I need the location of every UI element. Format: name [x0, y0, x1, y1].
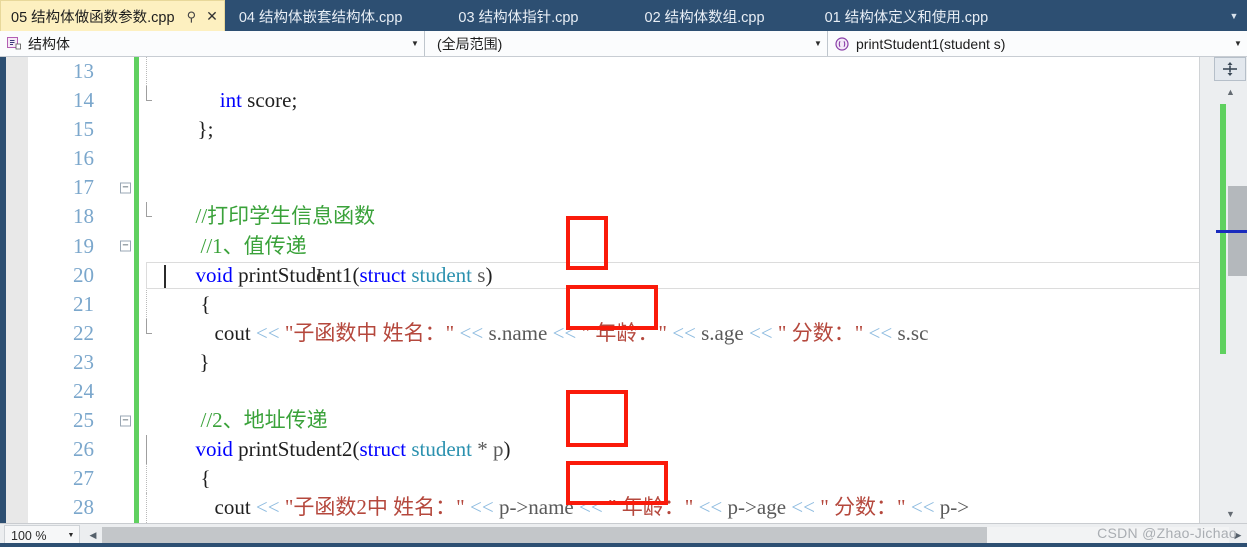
triangle-up-icon[interactable]: ▲	[1214, 82, 1247, 101]
line-number: 21	[73, 291, 94, 316]
tab-01-struct-definition-and-usage[interactable]: 01 结构体定义和使用.cpp	[814, 2, 1001, 31]
line-number: 22	[73, 320, 94, 345]
code-editor[interactable]: 13 int score; 14 }; 15 16 17 − //打印学生信息函…	[0, 57, 1247, 523]
change-indicator	[134, 318, 139, 348]
change-indicator	[134, 464, 139, 494]
change-indicator	[134, 406, 139, 436]
code-line[interactable]: 19 − void printStudent1(struct student s…	[28, 231, 1199, 287]
tab-label: 02 结构体数组.cpp	[644, 10, 765, 26]
code-line[interactable]: 28	[28, 493, 1199, 523]
line-number: 17	[73, 175, 94, 200]
member-function-value: printStudent1(student s)	[856, 35, 1006, 52]
line-number: 27	[73, 466, 94, 491]
code-line[interactable]: 23	[28, 347, 1199, 378]
line-number: 23	[73, 349, 94, 374]
line-number: 24	[73, 379, 94, 404]
namespace-scope-value: (全局范围)	[437, 35, 503, 52]
tab-label: 03 结构体指针.cpp	[458, 10, 579, 26]
line-number: 14	[73, 88, 94, 113]
project-scope-value: 结构体	[28, 35, 70, 52]
change-indicator	[134, 289, 139, 319]
fold-collapse-icon[interactable]: −	[120, 182, 131, 194]
change-summary-bar	[1220, 104, 1226, 354]
tab-label: 01 结构体定义和使用.cpp	[824, 10, 989, 26]
visual-studio-editor-window: 05 结构体做函数参数.cpp ⚲ ✕ 04 结构体嵌套结构体.cpp 03 结…	[0, 0, 1247, 547]
split-view-icon[interactable]	[1214, 57, 1246, 81]
editor-gutter-margin	[6, 57, 28, 523]
line-number: 28	[73, 495, 94, 520]
chevron-down-icon[interactable]: ▼	[63, 532, 79, 539]
line-number: 15	[73, 117, 94, 142]
line-number: 19	[73, 233, 94, 258]
code-line-current[interactable]: 20 { I	[28, 260, 1199, 316]
pin-icon[interactable]: ⚲	[187, 10, 197, 23]
fold-collapse-icon[interactable]: −	[120, 240, 131, 252]
window-bottom-frame	[0, 543, 1247, 547]
code-line[interactable]: 16	[28, 144, 1199, 174]
change-indicator	[134, 435, 139, 465]
editor-navigation-bar: 结构体 ▼ (全局范围) ▼ printStudent1(student s) …	[0, 31, 1247, 57]
tab-04-nested-structs[interactable]: 04 结构体嵌套结构体.cpp	[228, 2, 415, 31]
code-line[interactable]: 21 cout << "子函数中 姓名：" << s.name << " 年龄：…	[28, 289, 1199, 345]
change-indicator	[134, 347, 139, 378]
struct-icon	[6, 37, 22, 51]
code-line[interactable]: 25 − void printStudent2(struct student *…	[28, 406, 1199, 461]
line-number: 20	[73, 262, 94, 287]
tab-strip: 05 结构体做函数参数.cpp ⚲ ✕ 04 结构体嵌套结构体.cpp 03 结…	[0, 0, 1221, 31]
code-line[interactable]: 27 cout << "子函数2中 姓名：" << p->name << " 年…	[28, 464, 1199, 519]
change-indicator	[134, 260, 139, 290]
line-number: 18	[73, 204, 94, 229]
code-line[interactable]: 14 };	[28, 86, 1199, 141]
change-indicator	[134, 231, 139, 261]
vertical-scroll-track[interactable]: ▲ ▼	[1214, 82, 1247, 523]
tab-overflow-chevron-down-icon[interactable]: ▼	[1221, 0, 1247, 31]
chevron-down-icon[interactable]: ▼	[406, 39, 424, 48]
code-line[interactable]: 18 //1、值传递	[28, 202, 1199, 258]
zoom-level-value: 100 %	[11, 528, 47, 543]
change-indicator	[134, 86, 139, 116]
tab-05-structs-as-function-params[interactable]: 05 结构体做函数参数.cpp ⚲ ✕	[0, 0, 225, 31]
line-number: 13	[73, 59, 94, 83]
fold-collapse-icon[interactable]: −	[120, 415, 131, 427]
tab-03-struct-pointers[interactable]: 03 结构体指针.cpp	[448, 2, 591, 31]
change-indicator	[134, 144, 139, 174]
chevron-down-icon[interactable]: ▼	[809, 39, 827, 48]
chevron-down-icon[interactable]: ▼	[1229, 39, 1247, 48]
close-icon[interactable]: ✕	[206, 9, 218, 23]
tab-label: 05 结构体做函数参数.cpp	[11, 9, 175, 26]
tab-label: 04 结构体嵌套结构体.cpp	[238, 10, 403, 26]
indent-guide	[146, 493, 148, 523]
change-indicator	[134, 202, 139, 232]
line-number: 16	[73, 146, 94, 171]
code-line[interactable]: 22 }	[28, 318, 1199, 374]
change-indicator	[134, 115, 139, 145]
mouse-ibeam-cursor: I	[316, 264, 323, 287]
change-indicator	[134, 57, 139, 87]
horizontal-scroll-thumb[interactable]	[102, 526, 987, 545]
watermark-text: CSDN @Zhao-Jichao	[1097, 525, 1237, 541]
text-caret	[164, 264, 166, 288]
vertical-scrollbar[interactable]: ▲ ▼	[1199, 57, 1247, 523]
namespace-scope-dropdown[interactable]: (全局范围) ▼	[425, 31, 828, 56]
line-number: 26	[73, 437, 94, 462]
editor-tab-bar: 05 结构体做函数参数.cpp ⚲ ✕ 04 结构体嵌套结构体.cpp 03 结…	[0, 0, 1247, 31]
code-line[interactable]: 24 //2、地址传递	[28, 377, 1199, 432]
change-indicator	[134, 377, 139, 407]
code-line[interactable]: 13 int score;	[28, 57, 1199, 112]
tab-02-struct-arrays[interactable]: 02 结构体数组.cpp	[634, 2, 777, 31]
code-line[interactable]: 17 − //打印学生信息函数	[28, 173, 1199, 228]
project-scope-dropdown[interactable]: 结构体 ▼	[0, 31, 425, 56]
method-icon	[834, 36, 850, 51]
horizontal-scroll-track[interactable]	[102, 526, 1229, 545]
line-number: 25	[73, 408, 94, 433]
code-line[interactable]: 26 {	[28, 435, 1199, 490]
code-surface[interactable]: 13 int score; 14 }; 15 16 17 − //打印学生信息函…	[28, 57, 1199, 523]
caret-position-marker	[1216, 230, 1247, 233]
code-line[interactable]: 15	[28, 115, 1199, 145]
current-line-highlight	[146, 261, 1199, 289]
member-function-dropdown[interactable]: printStudent1(student s) ▼	[828, 31, 1247, 56]
triangle-down-icon[interactable]: ▼	[1214, 504, 1247, 523]
change-indicator	[134, 493, 139, 523]
change-indicator	[134, 173, 139, 203]
